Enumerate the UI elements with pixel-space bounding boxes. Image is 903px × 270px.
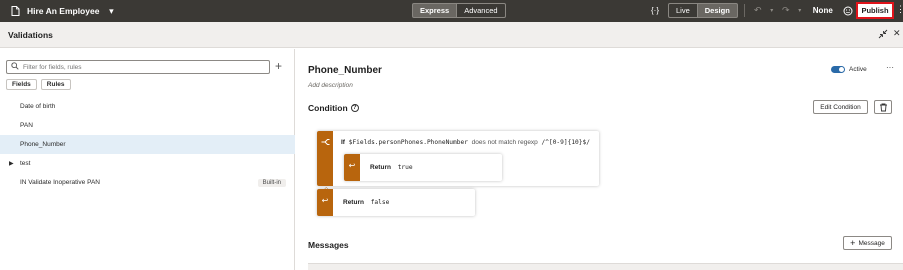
condition-expression: If $Fields.personPhones.PhoneNumber does… xyxy=(341,139,590,146)
condition-bar xyxy=(317,131,333,186)
messages-area xyxy=(308,263,903,270)
page-icon xyxy=(8,4,22,18)
return-false-expression: Return false xyxy=(343,199,389,206)
plus-icon: + xyxy=(850,238,856,248)
return-arrow-icon: ↩ xyxy=(348,161,356,170)
mode-switch: Express Advanced xyxy=(412,3,506,18)
redo-icon[interactable]: ↷ xyxy=(779,4,793,18)
return-value: true xyxy=(397,164,413,171)
return-keyword: Return xyxy=(343,199,364,206)
condition-operator: does not match regexp xyxy=(471,139,538,146)
mode-express[interactable]: Express xyxy=(412,3,458,18)
list-item[interactable]: PAN xyxy=(0,116,295,135)
return-keyword: Return xyxy=(370,164,391,171)
filter-input[interactable] xyxy=(23,63,253,71)
list-item-label: Date of birth xyxy=(20,103,56,110)
active-toggle[interactable] xyxy=(831,66,845,73)
condition-value: /^[0-9]{10}$/ xyxy=(541,139,590,146)
trash-icon xyxy=(879,103,887,111)
page-selector[interactable]: Hire An Employee ▾ xyxy=(0,4,118,18)
builtin-badge: Built-in xyxy=(257,178,286,187)
publish-button[interactable]: Publish xyxy=(856,2,894,19)
rule-detail: Phone_Number Add description Active ··· … xyxy=(296,49,903,270)
chevron-down-icon[interactable]: ▾ xyxy=(793,4,807,18)
list-item[interactable]: ▶ test xyxy=(0,154,295,173)
list-item-selected[interactable]: Phone_Number xyxy=(0,135,295,154)
validations-header: Validations ✕ xyxy=(0,22,903,48)
list-item-label: PAN xyxy=(20,122,33,129)
smiley-icon[interactable] xyxy=(841,4,855,18)
return-false-card[interactable]: ↩ Return false xyxy=(317,189,475,216)
panel-title: Validations xyxy=(8,30,53,40)
left-panel: + Fields Rules Date of birth PAN Phone_N… xyxy=(0,49,295,270)
return-bar: ↩ xyxy=(344,154,360,181)
tab-fields[interactable]: Fields xyxy=(6,79,37,90)
close-icon[interactable]: ✕ xyxy=(893,28,901,39)
condition-title: Condition xyxy=(308,103,348,113)
search-icon xyxy=(11,62,19,72)
condition-heading: Condition ? xyxy=(308,103,359,113)
toolbar-right: {·} Live Design ↶ ▾ ↷ ▾ None xyxy=(648,3,891,18)
more-options-icon[interactable]: ··· xyxy=(886,63,894,72)
active-label: Active xyxy=(849,66,867,73)
return-value: false xyxy=(370,199,390,206)
filter-tabs: Fields Rules xyxy=(6,79,71,90)
chevron-down-icon: ▾ xyxy=(109,5,114,16)
chevron-down-icon[interactable]: ▾ xyxy=(765,4,779,18)
filter-field[interactable] xyxy=(6,60,270,74)
view-design[interactable]: Design xyxy=(697,3,738,18)
rule-name[interactable]: Phone_Number xyxy=(308,65,382,76)
if-keyword: If xyxy=(341,139,345,146)
list-item-label: IN Validate Inoperative PAN xyxy=(20,179,100,186)
field-list: Date of birth PAN Phone_Number ▶ test IN… xyxy=(0,97,295,192)
add-icon[interactable]: + xyxy=(275,59,282,73)
delete-button[interactable] xyxy=(874,100,892,114)
help-icon[interactable]: ? xyxy=(350,104,359,112)
add-message-button[interactable]: + Message xyxy=(843,236,892,250)
branch-icon xyxy=(321,138,330,186)
tab-rules[interactable]: Rules xyxy=(40,79,71,90)
list-item[interactable]: Date of birth xyxy=(0,97,295,116)
collapse-icon[interactable] xyxy=(878,29,888,41)
condition-field: $Fields.personPhones.PhoneNumber xyxy=(348,139,468,146)
code-braces-icon[interactable]: {·} xyxy=(648,4,662,18)
add-message-label: Message xyxy=(858,239,885,247)
overflow-icon[interactable]: ⋮ xyxy=(896,4,903,15)
mode-advanced[interactable]: Advanced xyxy=(457,3,506,18)
return-bar: ↩ xyxy=(317,189,333,216)
return-true-expression: Return true xyxy=(370,164,413,171)
edit-condition-button[interactable]: Edit Condition xyxy=(813,100,868,114)
list-item-label: test xyxy=(20,160,31,167)
view-live[interactable]: Live xyxy=(668,3,698,18)
return-true-card[interactable]: ↩ Return true xyxy=(344,154,502,181)
undo-icon[interactable]: ↶ xyxy=(751,4,765,18)
page-title: Hire An Employee xyxy=(27,6,100,16)
top-bar: Hire An Employee ▾ Express Advanced {·} … xyxy=(0,0,903,22)
divider xyxy=(743,4,745,17)
list-item-label: Phone_Number xyxy=(20,141,66,148)
messages-title: Messages xyxy=(308,240,349,250)
rule-description[interactable]: Add description xyxy=(308,82,353,89)
return-arrow-icon: ↩ xyxy=(321,196,329,205)
sandbox-label[interactable]: None xyxy=(813,6,833,15)
list-item[interactable]: IN Validate Inoperative PAN Built-in xyxy=(0,173,295,192)
caret-right-icon[interactable]: ▶ xyxy=(9,160,14,167)
